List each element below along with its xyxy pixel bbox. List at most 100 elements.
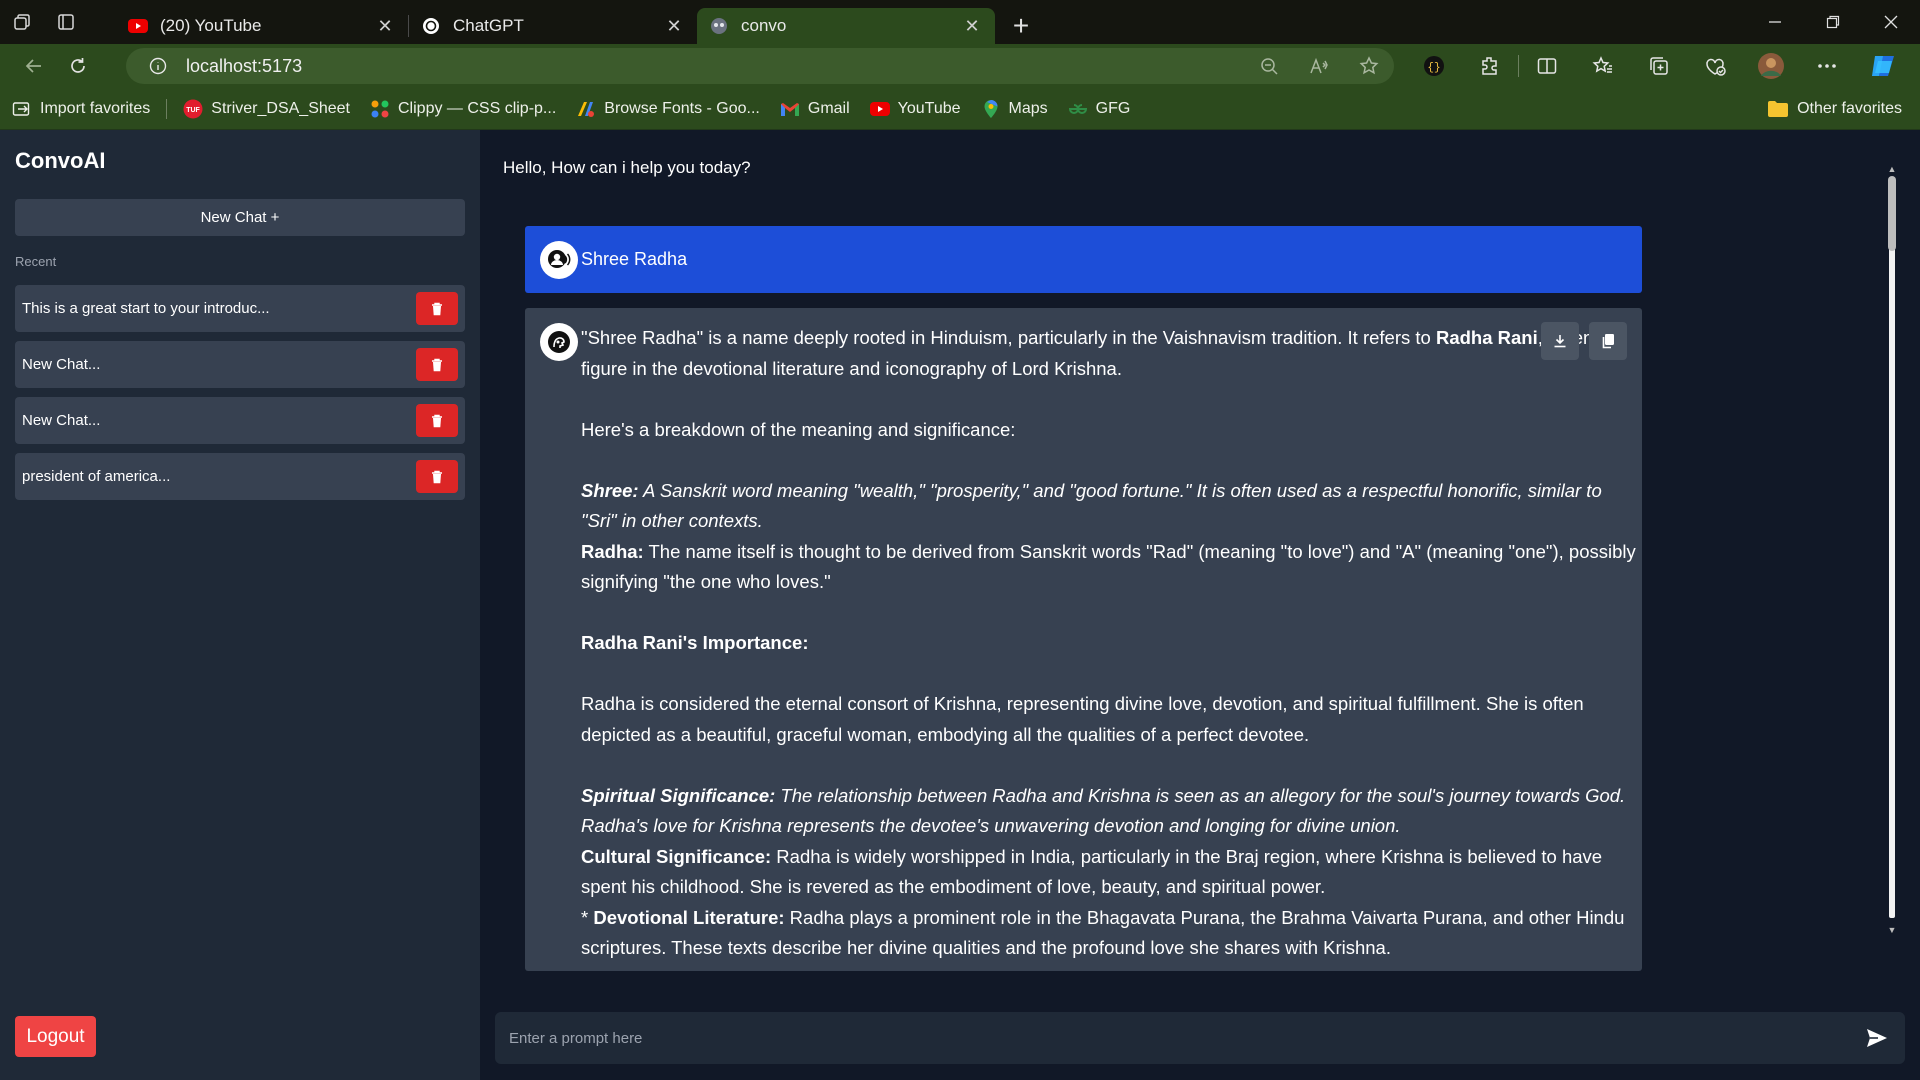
tab-chatgpt[interactable]: ChatGPT ✕	[409, 8, 697, 44]
send-button[interactable]	[1863, 1024, 1891, 1052]
svg-text:TUF: TUF	[186, 107, 200, 114]
split-screen-icon[interactable]	[1519, 44, 1575, 88]
favorite-star-icon[interactable]	[1344, 56, 1394, 76]
greeting-text: Hello, How can i help you today?	[503, 158, 751, 177]
minimize-icon[interactable]	[1746, 0, 1804, 44]
favorite-clippy[interactable]: Clippy — CSS clip-p...	[370, 99, 556, 119]
conversation-scrollbar[interactable]: ▲ ▼	[1885, 164, 1899, 935]
other-favorites-label: Other favorites	[1797, 100, 1902, 117]
favorite-label: Browse Fonts - Goo...	[604, 99, 760, 117]
copy-button[interactable]	[1589, 322, 1627, 360]
response-text: "Shree Radha" is a name deeply rooted in…	[581, 327, 1436, 348]
chat-item[interactable]: New Chat...	[15, 397, 465, 444]
site-info-icon[interactable]	[138, 57, 178, 75]
extensions-icon[interactable]	[1462, 44, 1518, 88]
close-tab-icon[interactable]: ✕	[961, 15, 983, 37]
copy-icon	[1602, 334, 1614, 349]
favorite-label: GFG	[1095, 99, 1131, 117]
convo-icon	[709, 16, 729, 36]
chat-item[interactable]: This is a great start to your introduc..…	[15, 285, 465, 332]
response-text: A Sanskrit word meaning "wealth," "prosp…	[581, 479, 1602, 532]
scroll-down-arrow-icon[interactable]: ▼	[1887, 925, 1897, 935]
message-actions	[1541, 322, 1627, 360]
response-paragraph: Here's a breakdown of the meaning and si…	[581, 418, 1016, 440]
recent-chat-list: This is a great start to your introduc..…	[15, 285, 465, 509]
bot-message-text: "Shree Radha" is a name deeply rooted in…	[581, 323, 1642, 971]
other-favorites[interactable]: Other favorites	[1767, 88, 1902, 130]
favorite-gmail[interactable]: Gmail	[780, 99, 850, 119]
close-tab-icon[interactable]: ✕	[374, 15, 396, 37]
window-controls	[1746, 0, 1920, 44]
delete-chat-button[interactable]	[416, 292, 458, 325]
delete-chat-button[interactable]	[416, 404, 458, 437]
more-options-icon[interactable]	[1799, 44, 1855, 88]
favorites-bar: Import favorites TUF Striver_DSA_Sheet C…	[0, 88, 1920, 130]
prompt-input[interactable]	[509, 1029, 1863, 1047]
favorite-maps[interactable]: Maps	[981, 99, 1048, 119]
close-window-icon[interactable]	[1862, 0, 1920, 44]
chat-item[interactable]: president of america...	[15, 453, 465, 500]
delete-chat-button[interactable]	[416, 460, 458, 493]
tab-actions-icon[interactable]	[44, 0, 88, 44]
browser-tab-bar: (20) YouTube ✕ ChatGPT ✕ convo ✕ +	[0, 0, 1920, 44]
favorite-import[interactable]: Import favorites	[12, 99, 150, 119]
json-extension-icon[interactable]: {}	[1406, 44, 1462, 88]
favorite-youtube[interactable]: YouTube	[869, 99, 961, 119]
refresh-icon[interactable]	[56, 44, 100, 88]
new-chat-button[interactable]: New Chat +	[15, 199, 465, 236]
logout-button[interactable]: Logout	[15, 1016, 96, 1057]
response-paragraph: * Devotional Literature: Radha plays a p…	[581, 903, 1642, 964]
read-aloud-icon[interactable]	[1294, 57, 1344, 75]
recent-label: Recent	[15, 254, 57, 269]
tab-youtube[interactable]: (20) YouTube ✕	[116, 8, 408, 44]
copilot-icon[interactable]	[1855, 44, 1911, 88]
user-message: Shree Radha	[525, 226, 1642, 293]
favorite-google-fonts[interactable]: Browse Fonts - Goo...	[576, 99, 760, 119]
app-root: ConvoAI New Chat + Recent This is a grea…	[0, 130, 1920, 1080]
download-icon	[1554, 335, 1566, 348]
response-bold: Spiritual Significance:	[581, 784, 776, 806]
delete-chat-button[interactable]	[416, 348, 458, 381]
response-paragraph: Radha: The name itself is thought to be …	[581, 537, 1642, 598]
favorite-gfg[interactable]: GFG	[1068, 99, 1131, 119]
trash-icon	[432, 414, 442, 427]
conversation-panel[interactable]: Shree Radha "Shree Radha" is a name deep…	[525, 226, 1642, 971]
ai-brain-icon	[548, 331, 570, 353]
close-tab-icon[interactable]: ✕	[663, 15, 685, 37]
maps-icon	[981, 99, 1001, 119]
browser-essentials-icon[interactable]	[1687, 44, 1743, 88]
chat-item-title: New Chat...	[22, 356, 101, 373]
favorites-icon[interactable]	[1575, 44, 1631, 88]
favorite-striver[interactable]: TUF Striver_DSA_Sheet	[183, 99, 350, 119]
scrollbar-thumb[interactable]	[1888, 176, 1896, 251]
chat-item[interactable]: New Chat...	[15, 341, 465, 388]
collections-icon[interactable]	[1631, 44, 1687, 88]
download-button[interactable]	[1541, 322, 1579, 360]
new-tab-button[interactable]: +	[1001, 8, 1041, 44]
tab-convo[interactable]: convo ✕	[697, 8, 995, 44]
response-paragraph: Cultural Significance: Radha is widely w…	[581, 842, 1642, 903]
restore-icon[interactable]	[1804, 0, 1862, 44]
response-bold: Radha Rani	[1435, 327, 1538, 348]
profile-avatar[interactable]	[1743, 44, 1799, 88]
response-paragraph: Shree: A Sanskrit word meaning "wealth,"…	[581, 476, 1642, 537]
workspaces-icon[interactable]	[0, 0, 44, 44]
favorites-divider	[166, 98, 168, 119]
favorite-label: Striver_DSA_Sheet	[211, 99, 350, 117]
scroll-up-arrow-icon[interactable]: ▲	[1887, 164, 1897, 174]
tab-title: ChatGPT	[453, 16, 524, 35]
chatgpt-icon	[421, 16, 441, 36]
response-paragraph: Spiritual Significance: The relationship…	[581, 781, 1642, 842]
extensions-toolbar: {}	[1406, 44, 1911, 88]
scrollbar-track	[1889, 178, 1895, 918]
back-arrow-icon[interactable]	[12, 44, 56, 88]
response-bold: Shree:	[581, 479, 639, 501]
sidebar: ConvoAI New Chat + Recent This is a grea…	[0, 130, 480, 1080]
url-field[interactable]: localhost:5173	[126, 48, 1394, 84]
response-text: The name itself is thought to be derived…	[581, 540, 1636, 593]
user-voice-icon	[548, 249, 571, 268]
tab-title: convo	[741, 16, 787, 35]
response-paragraph: "Shree Radha" is a name deeply rooted in…	[581, 323, 1642, 384]
zoom-out-icon[interactable]	[1244, 57, 1294, 75]
user-avatar	[540, 240, 578, 279]
